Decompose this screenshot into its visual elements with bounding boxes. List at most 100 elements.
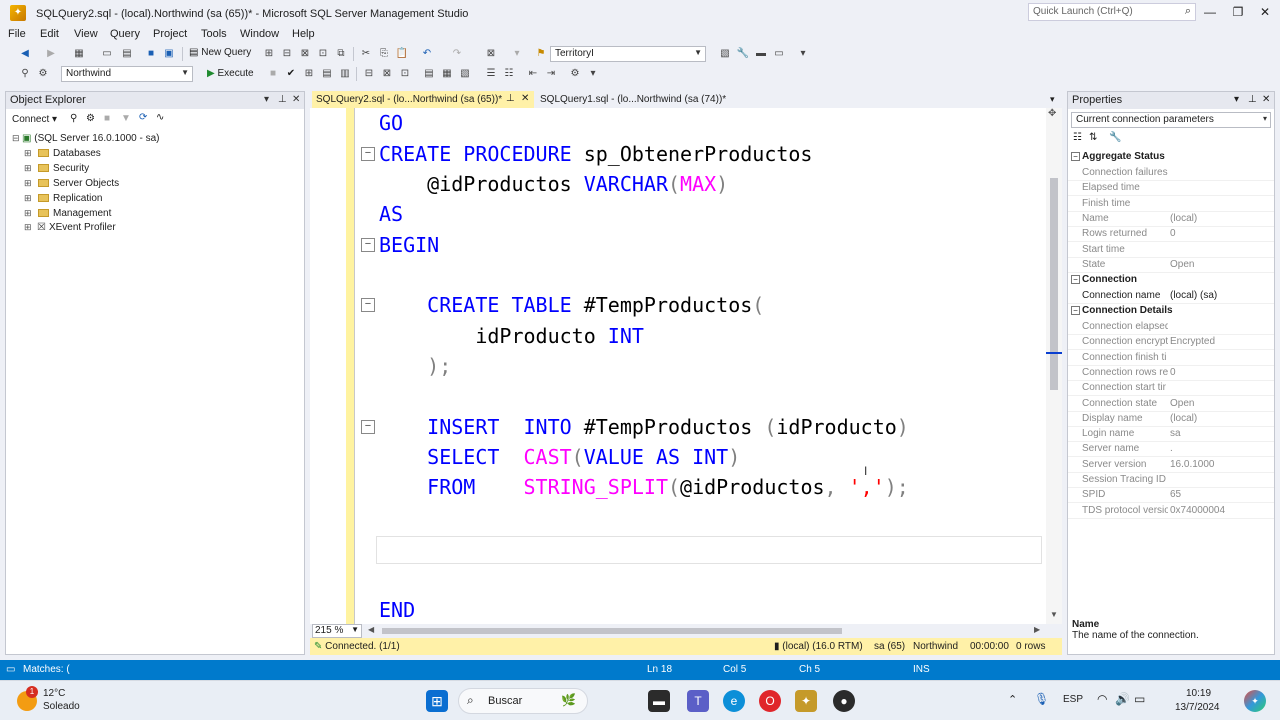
property-row[interactable]: SPID 65 bbox=[1068, 488, 1274, 504]
specify-values-icon[interactable]: ⚙ bbox=[568, 67, 582, 81]
intellisense-icon[interactable]: ▥ bbox=[338, 67, 352, 81]
close-icon[interactable]: ✕ bbox=[292, 94, 300, 105]
disconnect-icon[interactable]: ⚙ bbox=[86, 113, 95, 124]
menu-tools[interactable]: Tools bbox=[201, 28, 227, 40]
property-row[interactable]: Start time bbox=[1068, 243, 1274, 258]
tab-sqlquery2[interactable]: SQLQuery2.sql - (lo...Northwind (sa (65)… bbox=[312, 91, 534, 108]
property-row[interactable]: Name (local) bbox=[1068, 212, 1274, 227]
dropdown-icon[interactable]: ▾ bbox=[264, 94, 269, 105]
comment-icon[interactable]: ☰ bbox=[484, 67, 498, 81]
task-view-icon[interactable]: ▬ bbox=[648, 690, 670, 712]
collapse-icon[interactable]: ⊟ bbox=[12, 133, 22, 144]
menu-query[interactable]: Query bbox=[110, 28, 140, 40]
opera-icon[interactable]: O bbox=[759, 690, 781, 712]
database-query-icon[interactable]: ⊞ bbox=[262, 47, 276, 61]
battery-icon[interactable]: ▭ bbox=[1134, 692, 1145, 706]
property-pages-icon[interactable]: 🔧 bbox=[1109, 132, 1121, 143]
fold-toggle-icon[interactable]: − bbox=[361, 147, 375, 161]
activity-icon[interactable]: ∿ bbox=[156, 112, 164, 123]
language-indicator[interactable]: ESP bbox=[1063, 694, 1083, 705]
collapse-icon[interactable]: − bbox=[1071, 275, 1080, 284]
tab-sqlquery1[interactable]: SQLQuery1.sql - (lo...Northwind (sa (74)… bbox=[536, 91, 751, 108]
quick-launch-input[interactable]: Quick Launch (Ctrl+Q) ⌕ bbox=[1028, 3, 1196, 21]
mdx-query-icon[interactable]: ⊠ bbox=[298, 47, 312, 61]
scroll-left-icon[interactable]: ◀ bbox=[368, 625, 374, 634]
properties-window-icon[interactable]: ▧ bbox=[718, 47, 732, 61]
dropdown-icon[interactable]: ▾ bbox=[1234, 94, 1239, 105]
expand-icon[interactable]: ⊞ bbox=[24, 163, 34, 174]
include-plan-icon[interactable]: ⊟ bbox=[362, 67, 376, 81]
collapse-icon[interactable]: − bbox=[1071, 152, 1080, 161]
property-row[interactable]: Connection elapsed bbox=[1068, 320, 1274, 335]
results-to-text-icon[interactable]: ▤ bbox=[422, 67, 436, 81]
back-icon[interactable]: ◀ bbox=[18, 47, 32, 61]
wrench-icon[interactable]: 🔧 bbox=[736, 47, 750, 61]
cut-icon[interactable]: ✂ bbox=[359, 47, 373, 61]
parse-checkmark-icon[interactable]: ✔ bbox=[284, 67, 298, 81]
property-row[interactable]: Connection failures bbox=[1068, 166, 1274, 181]
horizontal-scrollbar-thumb[interactable] bbox=[382, 628, 842, 634]
property-row[interactable]: Connection encrypt Encrypted bbox=[1068, 335, 1274, 351]
tree-node-xevent-profiler[interactable]: ⊞ ☒ XEvent Profiler bbox=[24, 222, 116, 237]
forward-icon[interactable]: ▶ bbox=[44, 47, 58, 61]
pin-icon[interactable]: ⊥ bbox=[1248, 94, 1257, 105]
wifi-icon[interactable]: ◠ bbox=[1097, 692, 1107, 706]
property-row[interactable]: Connection start tir bbox=[1068, 381, 1274, 397]
query-options-icon[interactable]: ▤ bbox=[320, 67, 334, 81]
maximize-icon[interactable]: ❐ bbox=[1230, 5, 1246, 19]
stop-icon[interactable]: ■ bbox=[104, 113, 110, 124]
property-row[interactable]: Server name. bbox=[1068, 442, 1274, 458]
obs-icon[interactable]: ● bbox=[833, 690, 855, 712]
territory-combo[interactable]: TerritoryI ▼ bbox=[550, 46, 706, 62]
redo-icon[interactable]: ↷ bbox=[450, 47, 464, 61]
toolbox-icon[interactable]: ▬ bbox=[754, 47, 768, 61]
xmla-query-icon[interactable]: ⧉ bbox=[334, 47, 348, 61]
tree-node-server[interactable]: ⊟ ▣ (SQL Server 16.0.1000 - sa) bbox=[12, 133, 159, 148]
category-connection[interactable]: − Connection bbox=[1068, 274, 1274, 289]
expand-icon[interactable]: ⊞ bbox=[24, 148, 34, 159]
find-dropdown-icon[interactable]: ▾ bbox=[510, 47, 524, 61]
minimize-icon[interactable]: — bbox=[1202, 5, 1218, 19]
property-row[interactable]: Rows returned 0 bbox=[1068, 227, 1274, 243]
connect-button[interactable]: Connect ▾ bbox=[12, 114, 57, 125]
expand-icon[interactable]: ⊞ bbox=[24, 222, 34, 233]
change-connection-icon[interactable]: ⚲ bbox=[18, 67, 32, 81]
activity-monitor-icon[interactable]: ⊠ bbox=[484, 47, 498, 61]
category-aggregate-status[interactable]: − Aggregate Status bbox=[1068, 151, 1274, 166]
property-row[interactable]: Session Tracing ID bbox=[1068, 473, 1274, 488]
expand-icon[interactable]: ⊞ bbox=[24, 178, 34, 189]
close-icon[interactable]: ✕ bbox=[1262, 94, 1270, 105]
menu-view[interactable]: View bbox=[74, 28, 98, 40]
expand-icon[interactable]: ⊞ bbox=[24, 193, 34, 204]
results-to-file-icon[interactable]: ▧ bbox=[458, 67, 472, 81]
database-combo[interactable]: Northwind ▼ bbox=[61, 66, 193, 82]
menu-help[interactable]: Help bbox=[292, 28, 315, 40]
clock-time[interactable]: 10:19 bbox=[1186, 688, 1211, 699]
property-row[interactable]: Connection name (local) (sa) bbox=[1068, 289, 1274, 304]
find-icon[interactable]: ⚑ bbox=[534, 47, 548, 61]
pin-icon[interactable]: ⊥ bbox=[506, 93, 515, 104]
estimated-plan-icon[interactable]: ⊞ bbox=[302, 67, 316, 81]
close-tab-icon[interactable]: ✕ bbox=[521, 93, 529, 104]
property-row[interactable]: Connection rows re 0 bbox=[1068, 366, 1274, 381]
property-row[interactable]: Connection state Open bbox=[1068, 397, 1274, 412]
connect-icon[interactable]: ⚲ bbox=[70, 113, 77, 124]
property-row[interactable]: TDS protocol versio 0x74000004 bbox=[1068, 504, 1274, 519]
new-project-icon[interactable]: ▦ bbox=[72, 47, 86, 61]
close-icon[interactable]: ✕ bbox=[1257, 5, 1273, 19]
chevron-up-icon[interactable]: ⌃ bbox=[1008, 693, 1017, 706]
tree-node-server-objects[interactable]: ⊞ Server Objects bbox=[24, 178, 119, 193]
query-editor[interactable]: GO − CREATE PROCEDURE sp_ObtenerProducto… bbox=[310, 108, 1062, 624]
window-layout-icon[interactable]: ▭ bbox=[772, 47, 786, 61]
menu-project[interactable]: Project bbox=[153, 28, 187, 40]
connect-icon[interactable]: ⚙ bbox=[36, 67, 50, 81]
fold-toggle-icon[interactable]: − bbox=[361, 238, 375, 252]
undo-icon[interactable]: ↶ bbox=[420, 47, 434, 61]
property-row[interactable]: Login name sa bbox=[1068, 427, 1274, 443]
open-file-icon[interactable]: ▭ bbox=[100, 47, 114, 61]
increase-indent-icon[interactable]: ⇥ bbox=[544, 67, 558, 81]
dmx-query-icon[interactable]: ⊡ bbox=[316, 47, 330, 61]
vertical-scrollbar[interactable]: ✥ ▼ bbox=[1046, 108, 1062, 624]
live-stats-icon[interactable]: ⊠ bbox=[380, 67, 394, 81]
property-row[interactable]: Finish time bbox=[1068, 197, 1274, 212]
